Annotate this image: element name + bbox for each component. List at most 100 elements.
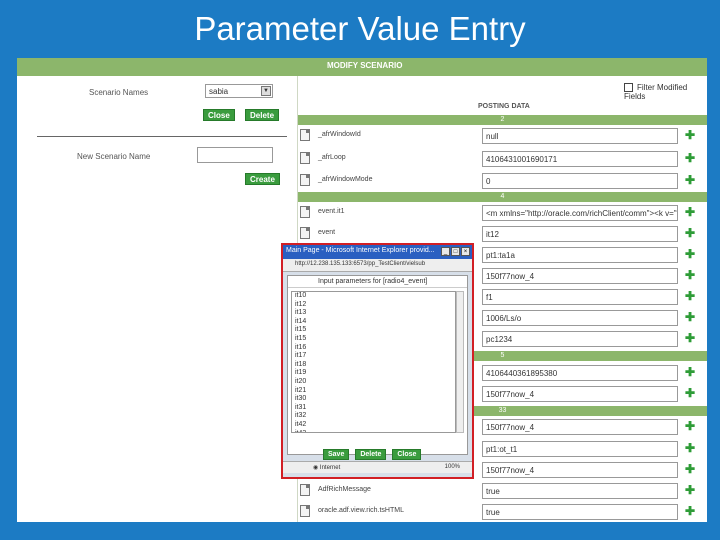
add-icon[interactable]: ✚ <box>685 269 695 281</box>
param-value-input[interactable]: pt1:ot_t1 <box>482 441 678 457</box>
param-value-input[interactable]: it12 <box>482 226 678 242</box>
param-name: AdfRichMessage <box>318 486 371 493</box>
add-icon[interactable]: ✚ <box>685 152 695 164</box>
param-value-input[interactable]: f1 <box>482 289 678 305</box>
add-icon[interactable]: ✚ <box>685 366 695 378</box>
add-icon[interactable]: ✚ <box>685 332 695 344</box>
list-item[interactable]: it13 <box>292 309 455 318</box>
list-item[interactable]: it18 <box>292 361 455 370</box>
delete-button[interactable]: Delete <box>245 109 280 121</box>
create-button[interactable]: Create <box>245 173 280 185</box>
list-item[interactable]: it42 <box>292 421 455 430</box>
add-icon[interactable]: ✚ <box>685 248 695 260</box>
close-button[interactable]: Close <box>392 449 422 460</box>
add-icon[interactable]: ✚ <box>685 420 695 432</box>
list-item[interactable]: it30 <box>292 395 455 404</box>
list-item[interactable]: it17 <box>292 352 455 361</box>
status-bar: ◉ Internet 100% <box>283 461 472 473</box>
add-icon[interactable]: ✚ <box>685 290 695 302</box>
document-icon[interactable] <box>300 152 310 164</box>
delete-button[interactable]: Delete <box>355 449 387 460</box>
param-value-input[interactable]: pc1234 <box>482 331 678 347</box>
param-name: _afrWindowId <box>318 131 361 138</box>
param-value-input[interactable]: null <box>482 128 678 144</box>
group-band: 2 <box>298 115 707 125</box>
divider <box>37 136 287 137</box>
document-icon[interactable] <box>300 129 310 141</box>
close-button[interactable]: Close <box>203 109 235 121</box>
param-value-input[interactable]: 150f77now_4 <box>482 419 678 435</box>
document-icon[interactable] <box>300 484 310 496</box>
popup-title: Main Page - Microsoft Internet Explorer … <box>286 247 435 254</box>
scenario-select[interactable]: sabia ▼ <box>205 84 273 98</box>
param-value-input[interactable]: <m xmlns="http://oracle.com/richClient/c… <box>482 205 678 221</box>
param-value-input[interactable]: 1006/Ls/o <box>482 310 678 326</box>
list-item[interactable]: it16 <box>292 344 455 353</box>
param-name: _afrLoop <box>318 154 346 161</box>
add-icon[interactable]: ✚ <box>685 387 695 399</box>
param-value-input[interactable]: 150f77now_4 <box>482 462 678 478</box>
minimize-icon[interactable]: _ <box>441 247 450 256</box>
popup-buttons: Save Delete Close <box>323 443 427 461</box>
maximize-icon[interactable]: □ <box>451 247 460 256</box>
parameter-list[interactable]: it10 it12 it13 it14 it15 it15 it16 it17 … <box>291 291 456 433</box>
list-item[interactable]: it15 <box>292 335 455 344</box>
filter-modified[interactable]: Filter Modified Fields <box>624 83 707 101</box>
list-item[interactable]: it10 <box>292 292 455 301</box>
list-item[interactable]: it12 <box>292 301 455 310</box>
param-name: event <box>318 229 336 236</box>
add-icon[interactable]: ✚ <box>685 174 695 186</box>
document-icon[interactable] <box>300 206 310 218</box>
param-value-input[interactable]: 4106440361895380 <box>482 365 678 381</box>
list-item[interactable]: it14 <box>292 318 455 327</box>
param-value-input[interactable]: 150f77now_4 <box>482 386 678 402</box>
document-icon[interactable] <box>300 174 310 186</box>
new-scenario-label: New Scenario Name <box>77 152 151 161</box>
list-item[interactable]: it43 <box>292 430 455 433</box>
param-row: _afrWindowMode 0 ✚ <box>298 171 707 191</box>
slide-title: Parameter Value Entry <box>194 10 526 47</box>
list-item[interactable]: it15 <box>292 326 455 335</box>
filter-checkbox[interactable] <box>624 83 633 93</box>
close-icon[interactable]: × <box>461 247 470 256</box>
param-value-input[interactable]: 150f77now_4 <box>482 268 678 284</box>
list-item[interactable]: it31 <box>292 404 455 413</box>
param-row: event.it1 <m xmlns="http://oracle.com/ri… <box>298 203 707 223</box>
left-panel: Scenario Names sabia ▼ Close Delete New … <box>17 76 297 522</box>
add-icon[interactable]: ✚ <box>685 442 695 454</box>
scrollbar[interactable] <box>456 291 464 433</box>
group-band: 4 <box>298 192 707 202</box>
param-value-input[interactable]: 0 <box>482 173 678 189</box>
chevron-down-icon[interactable]: ▼ <box>261 86 271 96</box>
param-value-input[interactable]: true <box>482 504 678 520</box>
document-icon[interactable] <box>300 227 310 239</box>
add-icon[interactable]: ✚ <box>685 311 695 323</box>
add-icon[interactable]: ✚ <box>685 129 695 141</box>
add-icon[interactable]: ✚ <box>685 505 695 517</box>
save-button[interactable]: Save <box>323 449 350 460</box>
param-name: oracle.adf.view.rich.tsHTML <box>318 507 404 514</box>
param-value-input[interactable]: true <box>482 483 678 499</box>
input-parameters-panel: Input parameters for [radio4_event] it10… <box>287 275 468 455</box>
list-item[interactable]: it32 <box>292 412 455 421</box>
list-item[interactable]: it21 <box>292 387 455 396</box>
zoom-level[interactable]: 100% <box>445 464 460 470</box>
add-icon[interactable]: ✚ <box>685 206 695 218</box>
scenario-select-value: sabia <box>209 87 229 96</box>
add-icon[interactable]: ✚ <box>685 484 695 496</box>
add-icon[interactable]: ✚ <box>685 463 695 475</box>
popup-titlebar[interactable]: Main Page - Microsoft Internet Explorer … <box>283 245 472 259</box>
document-icon[interactable] <box>300 505 310 517</box>
param-value-input[interactable]: pt1:ta1a <box>482 247 678 263</box>
new-scenario-input[interactable] <box>197 147 273 163</box>
add-icon[interactable]: ✚ <box>685 227 695 239</box>
param-row: AdfRichMessage true ✚ <box>298 481 707 501</box>
param-row: _afrLoop 4106431001690171 ✚ <box>298 149 707 169</box>
param-value-input[interactable]: 4106431001690171 <box>482 151 678 167</box>
param-row: _afrWindowId null ✚ <box>298 126 707 146</box>
list-item[interactable]: it19 <box>292 369 455 378</box>
scenario-label: Scenario Names <box>89 88 149 97</box>
address-bar[interactable]: http://12.238.135.133:6573/pp_TestClient… <box>283 259 472 272</box>
list-item[interactable]: it20 <box>292 378 455 387</box>
panel-heading: Input parameters for [radio4_event] <box>288 276 467 288</box>
